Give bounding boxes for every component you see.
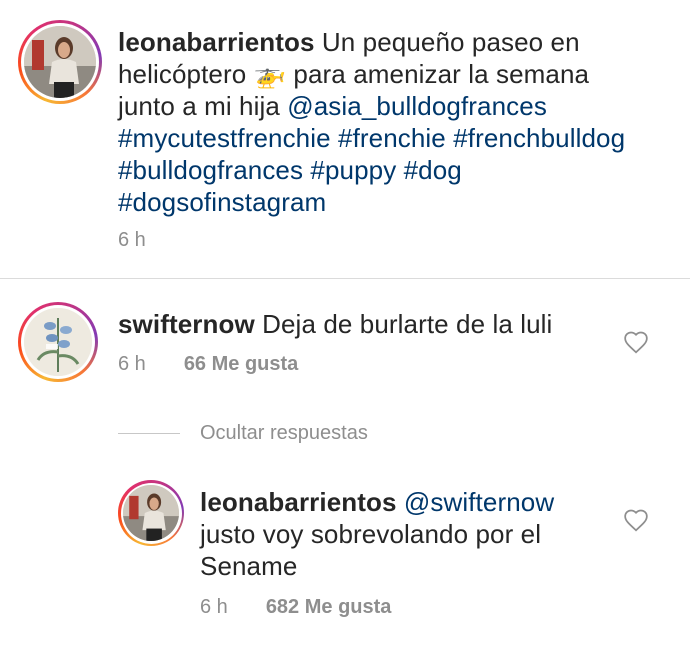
reply-time: 6 h	[200, 596, 228, 618]
hide-replies-line	[118, 433, 180, 434]
reply-likes[interactable]: 682 Me gusta	[266, 596, 392, 619]
comment-text: Deja de burlarte de la luli	[262, 309, 553, 339]
profile-photo-flower	[24, 308, 92, 376]
profile-photo-woman	[24, 26, 96, 98]
comment-meta: 6 h 66 Me gusta	[118, 353, 298, 376]
comment-avatar[interactable]	[18, 302, 98, 382]
reply-username[interactable]: leonabarrientos	[200, 487, 397, 517]
helicopter-emoji-icon: 🚁	[253, 59, 287, 89]
reply-body: leonabarrientos @swifternow justo voy so…	[200, 486, 590, 582]
caption-username[interactable]: leonabarrientos	[118, 27, 315, 57]
caption-mention[interactable]: @asia_bulldogfrances	[287, 91, 547, 121]
hide-replies-label[interactable]: Ocultar respuestas	[200, 422, 368, 445]
reply-meta: 6 h 682 Me gusta	[200, 596, 391, 619]
reply-text: justo voy sobrevolando por el Sename	[200, 519, 542, 581]
reply-mention[interactable]: @swifternow	[404, 487, 554, 517]
hide-replies-button[interactable]: Ocultar respuestas	[118, 422, 368, 445]
comment-username[interactable]: swifternow	[118, 309, 255, 339]
comment-likes[interactable]: 66 Me gusta	[184, 353, 298, 376]
reply-like-heart-icon[interactable]	[623, 508, 649, 532]
caption-time: 6 h	[118, 229, 146, 251]
caption-meta: 6 h	[118, 229, 184, 252]
comment-like-heart-icon[interactable]	[623, 330, 649, 354]
comment-body: swifternow Deja de burlarte de la luli	[118, 308, 598, 340]
reply-avatar[interactable]	[118, 480, 184, 546]
comment-time: 6 h	[118, 353, 146, 375]
profile-photo-woman	[123, 485, 179, 541]
caption-divider	[0, 278, 690, 279]
caption-avatar[interactable]	[18, 20, 102, 104]
caption-body: leonabarrientos Un pequeño paseo en heli…	[118, 26, 638, 218]
caption-hashtags[interactable]: #mycutestfrenchie #frenchie #frenchbulld…	[118, 123, 625, 217]
